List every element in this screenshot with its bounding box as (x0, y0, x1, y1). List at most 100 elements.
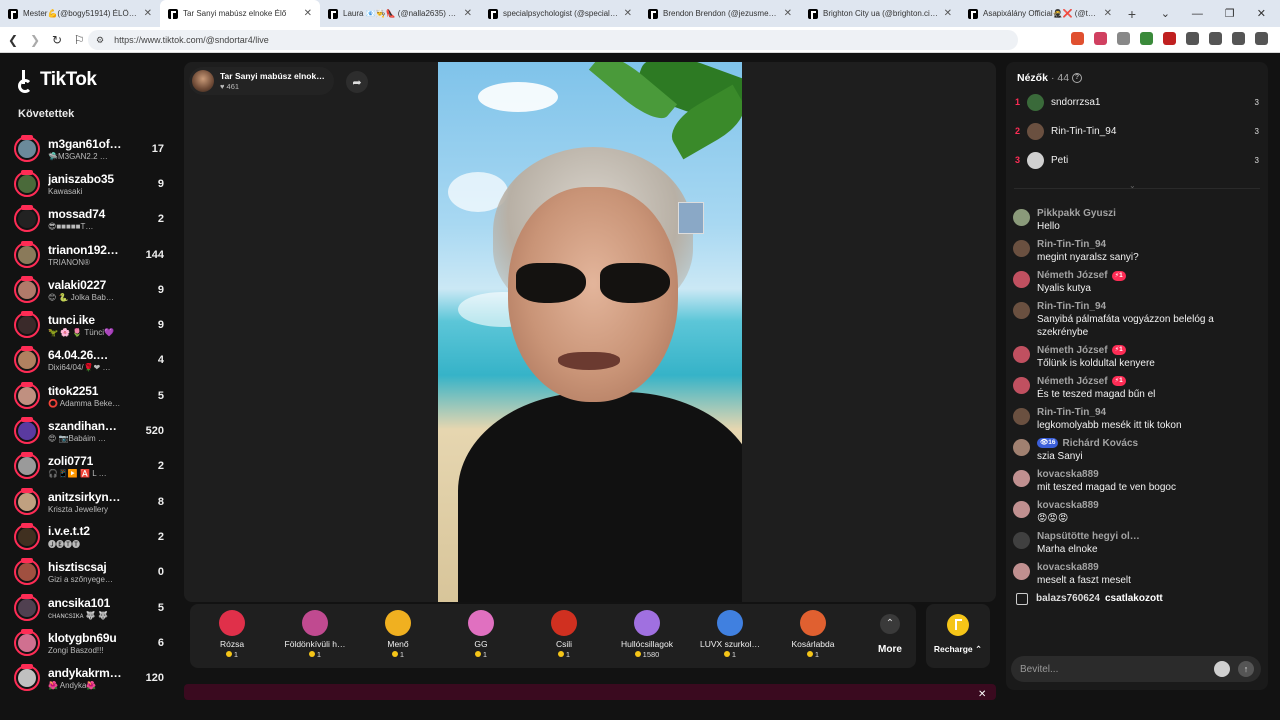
following-item[interactable]: andykakrm… 🌺 Andyka🌺 120 (14, 660, 164, 695)
gift-item[interactable]: GG 1 (441, 610, 521, 664)
avatar[interactable] (1013, 240, 1030, 257)
sidebar-icon[interactable] (1209, 32, 1222, 45)
url-field[interactable]: ⚙ https://www.tiktok.com/@sndortar4/live (88, 30, 1018, 50)
restore-icon[interactable]: ❐ (1225, 7, 1235, 20)
browser-tab[interactable]: Tar Sanyi mabúsz elnoke Élő ✕ (160, 0, 320, 27)
host-avatar[interactable] (192, 70, 214, 92)
gift-item[interactable]: Kosárlabda 1 (773, 610, 853, 664)
following-item[interactable]: i.v.e.t.t2 🅙🅔🅣🅣 2 (14, 519, 164, 554)
top-viewer-row[interactable]: 1 sndorrzsa1 3 (1015, 91, 1259, 113)
close-icon[interactable]: ✕ (978, 689, 986, 700)
avatar[interactable] (14, 205, 40, 233)
following-item[interactable]: valaki0227 😊 🐍 Jolka Bab… 9 (14, 272, 164, 307)
new-tab-icon[interactable]: + (1120, 6, 1144, 22)
avatar[interactable] (1013, 469, 1030, 487)
avatar[interactable] (1013, 562, 1030, 580)
avatar[interactable] (14, 134, 40, 162)
more-gifts-button[interactable]: ⌃ More (870, 614, 910, 655)
following-item[interactable]: anitzsirkyn… Kriszta Jewellery 8 (14, 484, 164, 519)
minimize-icon[interactable]: — (1192, 8, 1203, 20)
avatar[interactable] (14, 664, 40, 692)
back-icon[interactable]: ❮ (2, 33, 24, 47)
gift-item[interactable]: LUVX szurkol… 1 (690, 610, 770, 664)
avatar[interactable] (14, 381, 40, 409)
viewer-name[interactable]: Peti (1051, 155, 1255, 166)
browser-tab[interactable]: Brighton City ua (@brighton.city) ÉL… ✕ (800, 0, 960, 27)
chat-username[interactable]: Rin-Tin-Tin_94 (1037, 239, 1106, 250)
wallet-icon[interactable] (1232, 32, 1245, 45)
chat-username[interactable]: Napsütötte hegyi ol… (1037, 531, 1140, 542)
avatar[interactable] (14, 169, 40, 197)
gift-item[interactable]: Menő 1 (358, 610, 438, 664)
avatar[interactable] (1013, 271, 1030, 288)
avatar[interactable] (1013, 531, 1030, 549)
browser-tab[interactable]: specialpsychologist (@specialpsych… ✕ (480, 0, 640, 27)
gift-item[interactable]: Földönkívüli h… 1 (275, 610, 355, 664)
host-info[interactable]: Tar Sanyi mabúsz elnok… ♥ 461 (189, 67, 334, 95)
close-tab-icon[interactable]: ✕ (784, 8, 792, 19)
promo-banner[interactable] (184, 684, 996, 700)
rewards-icon[interactable] (1094, 32, 1107, 45)
avatar[interactable] (14, 628, 40, 656)
bookmark-icon[interactable]: ⚐ (68, 33, 90, 47)
browser-tab[interactable]: Laura 📧👨‍🍳👠 (@nalla2635) ÉLŐ a… ✕ (320, 0, 480, 27)
following-item[interactable]: trianon192… TRIANON® 144 (14, 237, 164, 272)
reload-icon[interactable]: ↻ (46, 33, 68, 47)
avatar[interactable] (14, 487, 40, 515)
avatar[interactable] (1013, 209, 1030, 226)
close-tab-icon[interactable]: ✕ (464, 8, 472, 19)
avatar[interactable] (1027, 122, 1044, 140)
avatar[interactable] (1013, 345, 1030, 363)
chat-username[interactable]: kovacska889 (1037, 500, 1099, 511)
avatar[interactable] (14, 275, 40, 303)
viewer-name[interactable]: sndorrzsa1 (1051, 97, 1255, 108)
top-viewer-row[interactable]: 3 Peti 3 (1015, 149, 1259, 171)
chat-input[interactable] (1020, 663, 1210, 675)
close-tab-icon[interactable]: ✕ (144, 8, 152, 19)
chat-username[interactable]: Rin-Tin-Tin_94 (1037, 407, 1106, 418)
avatar[interactable] (1013, 438, 1030, 456)
following-item[interactable]: 64.04.26.… Dixi64/04/🌹❤ … 4 (14, 343, 164, 378)
avatar[interactable] (14, 522, 40, 550)
following-item[interactable]: titok2251 ⭕ Adamma Beke… 5 (14, 378, 164, 413)
chat-username[interactable]: Rin-Tin-Tin_94 (1037, 301, 1106, 312)
avatar[interactable] (14, 346, 40, 374)
chat-username[interactable]: Németh József (1037, 345, 1108, 356)
following-item[interactable]: janiszabo35 Kawasaki 9 (14, 166, 164, 201)
viewer-name[interactable]: Rin-Tin-Tin_94 (1051, 126, 1255, 137)
close-tab-icon[interactable]: ✕ (624, 8, 632, 19)
avatar[interactable] (14, 311, 40, 339)
following-item[interactable]: klotygbn69u Zongi Baszod!!! 6 (14, 625, 164, 660)
close-tab-icon[interactable]: ✕ (944, 8, 952, 19)
browser-tab[interactable]: Asapixálány Official🥷❌ (@there… ✕ (960, 0, 1120, 27)
close-window-icon[interactable]: ✕ (1257, 7, 1266, 20)
extension-icon[interactable] (1117, 32, 1130, 45)
browser-tab[interactable]: Brendon Brendon (@jezusmegvalt… ✕ (640, 0, 800, 27)
close-tab-icon[interactable]: ✕ (1104, 8, 1112, 19)
extension-icon[interactable] (1163, 32, 1176, 45)
tiktok-logo[interactable]: TikTok (18, 69, 97, 93)
gift-item[interactable]: Csili 1 (524, 610, 604, 664)
live-video[interactable] (438, 62, 742, 602)
following-item[interactable]: zoli0771 🎧📱▶️ 🅰️ L … 2 (14, 449, 164, 484)
send-icon[interactable]: ↑ (1238, 661, 1254, 677)
close-tab-icon[interactable]: ✕ (304, 8, 312, 19)
browser-tab[interactable]: Mester💪(@bogy51914) ÉLŐ a… ✕ (0, 0, 160, 27)
following-item[interactable]: ancsika101 ᴄʜᴀɴᴄsɪᴋᴀ 🐺 🐺 5 (14, 590, 164, 625)
following-item[interactable]: m3gan61of… 🛸M3GAN2.2 … 17 (14, 131, 164, 166)
share-icon[interactable]: ➦ (346, 71, 368, 93)
following-item[interactable]: hisztiscsaj Gizi a szőnyege… 0 (14, 555, 164, 590)
site-info-icon[interactable]: ⚙ (96, 35, 104, 46)
avatar[interactable] (1013, 407, 1030, 425)
avatar[interactable] (14, 417, 40, 445)
puzzle-icon[interactable] (1186, 32, 1199, 45)
following-item[interactable]: mossad74 😎■■■■■T… 2 (14, 202, 164, 237)
top-viewer-row[interactable]: 2 Rin-Tin-Tin_94 3 (1015, 120, 1259, 142)
avatar[interactable] (14, 593, 40, 621)
avatar[interactable] (1027, 151, 1044, 169)
chat-username[interactable]: Németh József (1037, 270, 1108, 281)
avatar[interactable] (14, 240, 40, 268)
emoji-icon[interactable] (1214, 661, 1230, 677)
host-name[interactable]: Tar Sanyi mabúsz elnok… (220, 71, 330, 81)
avatar[interactable] (1013, 376, 1030, 394)
